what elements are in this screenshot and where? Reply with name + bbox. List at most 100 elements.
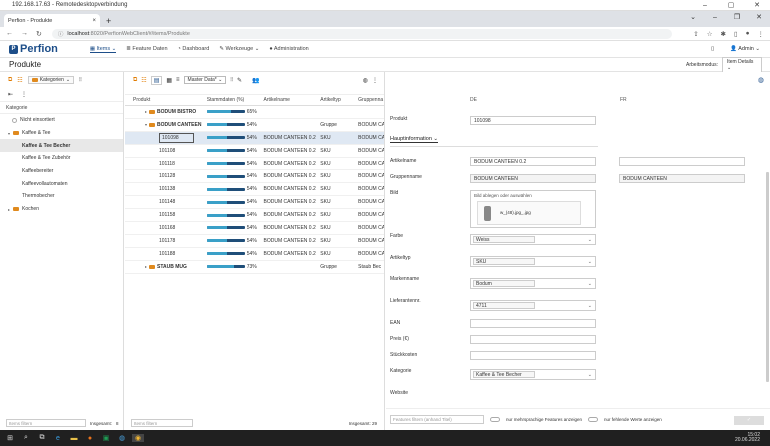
stueckkosten-field[interactable] [470, 351, 596, 360]
column-config-icon[interactable]: ⦙⦙ [230, 77, 233, 84]
col-gruppenname[interactable]: Gruppenna [358, 97, 384, 103]
columns-icon[interactable]: ⦙⦙ [79, 77, 82, 84]
expand-right-icon[interactable]: ▸ [145, 109, 147, 114]
reload-icon[interactable]: ↻ [36, 30, 42, 38]
taskbar-clock[interactable]: 15:02 20.06.2022 [735, 433, 760, 443]
expand-right-icon[interactable]: ▸ [8, 207, 10, 212]
view-select[interactable]: Master Data* ⌄ [183, 76, 227, 84]
category-item[interactable]: ▸ Kochen [0, 203, 123, 216]
table-row[interactable]: 101098 54% BODUM CANTEEN 0.2 SKU BODUM CA [125, 131, 384, 145]
table-row[interactable]: ▾ BODUM CANTEEN 54% Gruppe BODUM CA [125, 119, 384, 132]
excel-icon[interactable]: ▣ [100, 434, 112, 442]
table-row[interactable]: 101128 54% BODUM CANTEEN 0.2 SKU BODUM CA [125, 170, 384, 184]
category-item[interactable]: ▾ Kaffee & Tee [0, 127, 123, 140]
close-icon[interactable]: ✕ [744, 0, 770, 11]
users-icon[interactable]: 👥 [252, 77, 259, 84]
browser-close-icon[interactable]: ✕ [748, 11, 770, 25]
category-item[interactable]: Kaffee & Tee Zubehör [0, 152, 123, 165]
columns-view-icon[interactable]: ▦ [166, 77, 172, 84]
farbe-select[interactable]: Weiss ⌄ [470, 234, 596, 245]
tree-icon[interactable]: ⧉ [8, 77, 12, 84]
grid-icon[interactable]: ▤ [150, 75, 163, 85]
nav-items[interactable]: ▦ Items ⌄ [89, 46, 117, 53]
table-row[interactable]: 101178 54% BODUM CANTEEN 0.2 SKU BODUM CA [125, 235, 384, 248]
nav-administration[interactable]: ● Administration [269, 46, 308, 53]
star-icon[interactable]: ☆ [707, 30, 713, 38]
sidepanel-icon[interactable]: ▯ [734, 30, 738, 38]
forward-icon[interactable]: → [21, 30, 28, 38]
produkt-field[interactable]: 101098 [470, 116, 596, 125]
section-hauptinformation[interactable]: Hauptinformation ⌄ [390, 136, 439, 143]
windows-start-icon[interactable]: ⊞ [4, 434, 16, 442]
browser-restore-icon[interactable]: ❐ [726, 11, 748, 25]
col-stammdaten[interactable]: Stammdaten (%) [207, 97, 264, 103]
explorer-icon[interactable]: ▬ [68, 435, 80, 442]
work-mode-select[interactable]: Item Details ⌄ [722, 56, 762, 73]
col-artikeltyp[interactable]: Artikeltyp [320, 97, 358, 103]
artikelname-de-field[interactable]: BODUM CANTEEN 0.2 [470, 157, 596, 166]
expand-down-icon[interactable]: ▾ [8, 131, 10, 136]
table-row[interactable]: ▸ BODUM BISTRO 65% [125, 106, 384, 119]
expand-down-icon[interactable]: ▾ [145, 122, 147, 127]
table-row[interactable]: 101188 54% BODUM CANTEEN 0.2 SKU BODUM CA [125, 248, 384, 261]
table-row[interactable]: 101138 54% BODUM CANTEEN 0.2 SKU BODUM CA [125, 183, 384, 197]
tab-close-icon[interactable]: × [92, 18, 96, 24]
missing-values-toggle[interactable] [588, 417, 599, 422]
category-item[interactable]: Thermobecher [0, 190, 123, 203]
collapse-icon[interactable]: ⇤ [8, 91, 13, 98]
list-view-icon[interactable]: ☷ [141, 77, 146, 84]
items-filter-input[interactable]: Items filtern [6, 419, 86, 427]
category-item[interactable]: Kaffee & Tee Becher [0, 139, 123, 153]
app-icon[interactable]: ◍ [116, 434, 128, 442]
back-icon[interactable]: ← [6, 30, 13, 38]
edge-icon[interactable]: e [52, 435, 64, 442]
details-scrollbar[interactable] [766, 172, 769, 382]
search-icon[interactable]: ⌕ [20, 434, 32, 442]
kategorien-dropdown[interactable]: Kategorien ⌄ [27, 76, 75, 84]
table-row[interactable]: 101168 54% BODUM CANTEEN 0.2 SKU BODUM CA [125, 222, 384, 235]
artikelname-fr-field[interactable] [619, 157, 745, 166]
admin-menu[interactable]: 👤 Admin ⌄ [730, 46, 760, 52]
firefox-icon[interactable]: ● [84, 435, 96, 442]
new-tab-icon[interactable]: + [106, 15, 111, 27]
table-row[interactable]: 101148 54% BODUM CANTEEN 0.2 SKU BODUM CA [125, 196, 384, 210]
browser-tab[interactable]: Perfion - Produkte × [4, 14, 100, 27]
globe-icon[interactable]: ◍ [363, 77, 368, 84]
preis-field[interactable] [470, 335, 596, 344]
lieferantennr-select[interactable]: 4711 ⌄ [470, 300, 596, 311]
minimize-icon[interactable]: – [692, 0, 718, 11]
ean-field[interactable] [470, 319, 596, 328]
table-row[interactable]: 101108 54% BODUM CANTEEN 0.2 SKU BODUM CA [125, 145, 384, 158]
col-produkt[interactable]: Produkt [125, 97, 207, 103]
share-icon[interactable]: ⇪ [693, 30, 698, 38]
table-row[interactable]: 101118 54% BODUM CANTEEN 0.2 SKU BODUM CA [125, 158, 384, 171]
markenname-select[interactable]: Bodum ⌄ [470, 278, 596, 289]
table-row[interactable]: 101158 54% BODUM CANTEEN 0.2 SKU BODUM CA [125, 209, 384, 223]
browser-minimize-icon[interactable]: – [704, 11, 726, 25]
url-field[interactable]: ⓘ localhost:8020/PerfionWebClient/#/item… [51, 28, 672, 39]
menu-icon[interactable]: ⋮ [758, 30, 765, 38]
category-item[interactable]: Nicht einsortiert [0, 114, 123, 127]
save-button[interactable]: ✓ [734, 416, 764, 425]
nav-feature-daten[interactable]: ≣ Feature Daten [126, 46, 167, 53]
rows-view-icon[interactable]: ≡ [176, 77, 180, 83]
expand-right-icon[interactable]: ▸ [145, 264, 147, 269]
chrome-icon[interactable]: ◉ [132, 434, 144, 442]
artikeltyp-select[interactable]: SKU ⌄ [470, 256, 596, 267]
maximize-icon[interactable]: ▢ [718, 0, 744, 11]
clipboard-icon[interactable]: ▯ [711, 46, 714, 52]
features-filter-input[interactable]: Features filtern (anhand Titel) [390, 415, 484, 424]
table-row[interactable]: ▸ STAUB MUG 73% Gruppe Staub Bec [125, 261, 384, 274]
category-item[interactable]: Kaffeebereiter [0, 165, 123, 178]
profile-icon[interactable]: ● [746, 30, 750, 38]
more-icon[interactable]: ⋮ [21, 91, 27, 98]
perfion-logo[interactable]: P Perfion [9, 43, 58, 55]
edit-icon[interactable]: ✎ [237, 77, 242, 84]
extensions-icon[interactable]: ✱ [721, 30, 726, 38]
language-globe-icon[interactable]: ◍ [758, 76, 764, 84]
list-icon[interactable]: ☷ [17, 77, 22, 84]
task-view-icon[interactable]: ⧉ [36, 434, 48, 442]
multilang-toggle[interactable] [490, 417, 500, 422]
browser-chevron-icon[interactable]: ⌄ [682, 11, 704, 25]
image-thumbnail[interactable]: w_(48).jpg_.jpg [477, 201, 581, 225]
